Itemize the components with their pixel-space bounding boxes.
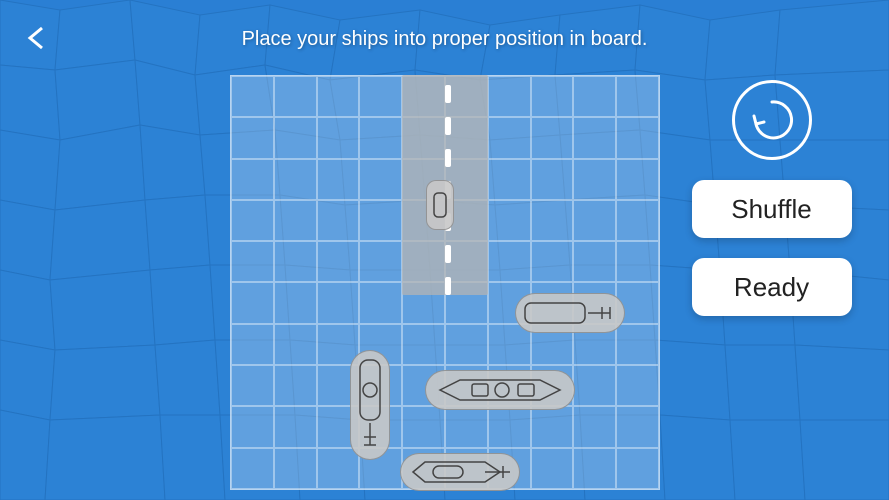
- board-cell[interactable]: [359, 282, 402, 323]
- board-cell[interactable]: [573, 241, 616, 282]
- board-cell[interactable]: [231, 365, 274, 406]
- road-dash: [445, 117, 451, 135]
- board-cell[interactable]: [231, 282, 274, 323]
- board-cell[interactable]: [488, 76, 531, 117]
- ship-small-horizontal[interactable]: [400, 453, 520, 491]
- shuffle-label: Shuffle: [731, 194, 811, 225]
- shuffle-button[interactable]: Shuffle: [692, 180, 852, 238]
- board-cell[interactable]: [531, 117, 574, 158]
- board-cell[interactable]: [274, 448, 317, 489]
- board-cell[interactable]: [231, 448, 274, 489]
- ship-large-horizontal[interactable]: [425, 370, 575, 410]
- board-cell[interactable]: [317, 76, 360, 117]
- road-dash: [445, 149, 451, 167]
- board-cell[interactable]: [359, 117, 402, 158]
- board-cell[interactable]: [402, 324, 445, 365]
- board-cell[interactable]: [616, 159, 659, 200]
- board-cell[interactable]: [317, 241, 360, 282]
- board-cell[interactable]: [231, 117, 274, 158]
- board-cell[interactable]: [616, 448, 659, 489]
- board-cell[interactable]: [231, 324, 274, 365]
- ready-label: Ready: [734, 272, 809, 303]
- board-cell[interactable]: [616, 76, 659, 117]
- board-cell[interactable]: [573, 365, 616, 406]
- board-cell[interactable]: [274, 406, 317, 447]
- board-cell[interactable]: [317, 159, 360, 200]
- ship-medium-horizontal-1[interactable]: [515, 293, 625, 333]
- board-cell[interactable]: [317, 448, 360, 489]
- board-cell[interactable]: [359, 76, 402, 117]
- board-cell[interactable]: [274, 200, 317, 241]
- page-title: Place your ships into proper position in…: [0, 28, 889, 51]
- board-cell[interactable]: [573, 117, 616, 158]
- board-cell[interactable]: [573, 159, 616, 200]
- board-cell[interactable]: [274, 117, 317, 158]
- board-cell[interactable]: [231, 200, 274, 241]
- road-dash: [445, 245, 451, 263]
- rotate-button[interactable]: [732, 80, 812, 160]
- board-cell[interactable]: [488, 200, 531, 241]
- board-cell[interactable]: [616, 241, 659, 282]
- board-cell[interactable]: [573, 200, 616, 241]
- board-cell[interactable]: [231, 76, 274, 117]
- board-cell[interactable]: [359, 159, 402, 200]
- board-cell[interactable]: [317, 117, 360, 158]
- board-cell[interactable]: [573, 448, 616, 489]
- board-cell[interactable]: [231, 241, 274, 282]
- board-cell[interactable]: [616, 365, 659, 406]
- board-cell[interactable]: [616, 324, 659, 365]
- board-cell[interactable]: [531, 200, 574, 241]
- game-board: [230, 75, 660, 490]
- board-cell[interactable]: [274, 76, 317, 117]
- road-dash: [445, 277, 451, 295]
- board-cell[interactable]: [402, 406, 445, 447]
- board-cell[interactable]: [488, 241, 531, 282]
- ship-medium-vertical[interactable]: [350, 350, 390, 460]
- board-cell[interactable]: [274, 365, 317, 406]
- board-cell[interactable]: [317, 282, 360, 323]
- board-cell[interactable]: [317, 200, 360, 241]
- board-cell[interactable]: [616, 200, 659, 241]
- board-cell[interactable]: [231, 406, 274, 447]
- board-cell[interactable]: [531, 448, 574, 489]
- road-dash: [445, 85, 451, 103]
- board-cell[interactable]: [359, 200, 402, 241]
- board-cell[interactable]: [488, 117, 531, 158]
- board-cell[interactable]: [531, 159, 574, 200]
- board-cell[interactable]: [274, 282, 317, 323]
- board-cell[interactable]: [488, 406, 531, 447]
- rotate-icon: [746, 94, 798, 146]
- board-cell[interactable]: [531, 241, 574, 282]
- board-cell[interactable]: [359, 241, 402, 282]
- board-cell[interactable]: [274, 324, 317, 365]
- board-cell[interactable]: [274, 159, 317, 200]
- right-panel: Shuffle Ready: [684, 80, 859, 316]
- board-cell[interactable]: [531, 406, 574, 447]
- board-cell[interactable]: [445, 324, 488, 365]
- board-cell[interactable]: [573, 406, 616, 447]
- board-cell[interactable]: [274, 241, 317, 282]
- ready-button[interactable]: Ready: [692, 258, 852, 316]
- board-cell[interactable]: [573, 76, 616, 117]
- board-cell[interactable]: [616, 406, 659, 447]
- board-cell[interactable]: [231, 159, 274, 200]
- board-cell[interactable]: [616, 117, 659, 158]
- ship-small-vertical[interactable]: [426, 180, 454, 230]
- board-cell[interactable]: [488, 159, 531, 200]
- board-cell[interactable]: [445, 406, 488, 447]
- board-cell[interactable]: [531, 76, 574, 117]
